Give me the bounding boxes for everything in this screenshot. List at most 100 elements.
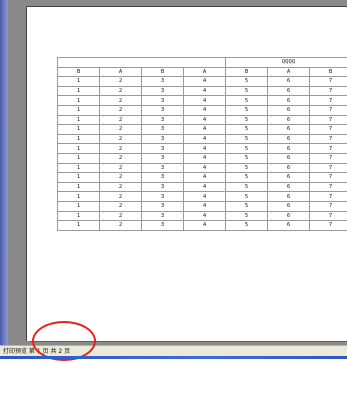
table-cell: 6 [267,152,310,164]
table-row: 1234567 [57,220,347,231]
table-cell: 1 [57,172,100,183]
table-cell: 2 [99,143,142,154]
table-cell: 4 [183,114,226,126]
table-cell: 3 [141,191,184,202]
table-cell: 5 [225,162,268,174]
table-cell: 4 [183,85,226,97]
table-row: 1234567 [57,133,347,145]
table-row: 1234567 [57,114,347,126]
table-row: 1234567 [57,162,347,174]
table-cell: 2 [99,220,142,231]
table-cell: 4 [183,200,226,212]
table-cell: 2 [99,133,142,145]
table-cell: 5 [225,114,268,126]
table-row: 1234567 [57,104,347,116]
table-cell: 1 [57,133,100,145]
left-window-edge [0,0,8,345]
table-cell: 2 [99,172,142,183]
table-cell: 7 [309,210,347,222]
title-row: QQQQ [57,57,347,68]
table-row: 1234567 [57,200,347,212]
table-cell: 3 [141,85,184,97]
header-cell: B [225,66,268,78]
table-cell: 3 [141,210,184,222]
red-highlight-circle [32,321,96,361]
table-row: 1234567 [57,210,347,222]
table-cell: 3 [141,143,184,154]
table-cell: 7 [309,114,347,126]
table-cell: 7 [309,200,347,212]
table-cell: 4 [183,95,226,106]
table-cell: 4 [183,152,226,164]
table-cell: 3 [141,162,184,174]
table-cell: 6 [267,172,310,183]
table-cell: 5 [225,220,268,231]
sheet-title: QQQQ [225,57,347,68]
table-cell: 1 [57,162,100,174]
table-cell: 2 [99,152,142,164]
table-cell: 3 [141,124,184,135]
table-cell: 4 [183,133,226,145]
table-cell: 1 [57,200,100,212]
table-cell: 4 [183,172,226,183]
table-cell: 2 [99,85,142,97]
table-cell: 1 [57,85,100,97]
table-cell: 5 [225,85,268,97]
table-cell: 1 [57,210,100,222]
table-cell: 3 [141,172,184,183]
table-cell: 4 [183,76,226,87]
taskbar [0,356,347,359]
table-cell: 1 [57,181,100,193]
table-cell: 6 [267,133,310,145]
table-cell: 7 [309,133,347,145]
table-cell: 6 [267,95,310,106]
table-cell: 4 [183,162,226,174]
table-cell: 6 [267,85,310,97]
table-cell: 3 [141,181,184,193]
table-cell: 4 [183,124,226,135]
table-cell: 7 [309,124,347,135]
header-cell: B [309,66,347,78]
table-row: 1234567 [57,172,347,183]
table-cell: 2 [99,76,142,87]
table-cell: 4 [183,191,226,202]
table-cell: 5 [225,181,268,193]
table-cell: 2 [99,181,142,193]
table-cell: 1 [57,220,100,231]
title-spacer-cell [57,57,226,68]
table-cell: 5 [225,76,268,87]
header-cell: A [99,66,142,78]
table-cell: 6 [267,143,310,154]
table-cell: 5 [225,143,268,154]
table-cell: 5 [225,133,268,145]
table-cell: 3 [141,104,184,116]
table-cell: 1 [57,104,100,116]
table-cell: 3 [141,220,184,231]
table-cell: 5 [225,104,268,116]
table-cell: 2 [99,210,142,222]
table-cell: 2 [99,95,142,106]
table-cell: 5 [225,152,268,164]
table-cell: 4 [183,181,226,193]
table-cell: 6 [267,104,310,116]
header-cell: A [183,66,226,78]
table-cell: 7 [309,172,347,183]
table-cell: 1 [57,114,100,126]
table-cell: 6 [267,220,310,231]
table-row: 1234567 [57,191,347,202]
table-cell: 6 [267,200,310,212]
table-cell: 5 [225,124,268,135]
table-cell: 6 [267,114,310,126]
table-cell: 7 [309,220,347,231]
table-cell: 1 [57,143,100,154]
table-cell: 2 [99,200,142,212]
table-row: 1234567 [57,76,347,87]
table-cell: 5 [225,210,268,222]
table-cell: 1 [57,191,100,202]
table-cell: 6 [267,191,310,202]
table-cell: 2 [99,104,142,116]
table-cell: 1 [57,124,100,135]
table-cell: 5 [225,191,268,202]
table-cell: 6 [267,181,310,193]
table-cell: 3 [141,133,184,145]
